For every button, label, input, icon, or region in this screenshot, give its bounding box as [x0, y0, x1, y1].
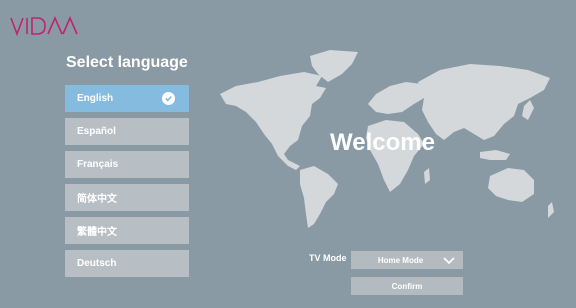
tv-mode-dropdown[interactable]: Home Mode: [351, 251, 463, 269]
tv-mode-value: Home Mode: [377, 255, 424, 265]
language-option-english[interactable]: English: [65, 85, 189, 112]
welcome-heading: Welcome: [330, 129, 435, 156]
tv-mode-label: TV Mode: [309, 253, 347, 263]
language-option-deutsch[interactable]: Deutsch: [65, 250, 189, 277]
language-option-simplified-chinese[interactable]: 简体中文: [65, 184, 189, 211]
language-label: 繁體中文: [77, 227, 117, 238]
language-label: Français: [77, 159, 119, 170]
check-icon: [162, 92, 175, 105]
confirm-button[interactable]: Confirm: [351, 277, 463, 295]
language-label: Deutsch: [77, 258, 117, 269]
language-label: English: [77, 93, 114, 104]
language-label: 简体中文: [77, 194, 117, 205]
language-option-traditional-chinese[interactable]: 繁體中文: [65, 217, 189, 244]
chevron-down-icon: [442, 255, 456, 265]
vidaa-logo: [10, 15, 82, 37]
language-option-espanol[interactable]: Español: [65, 118, 189, 145]
language-option-francais[interactable]: Français: [65, 151, 189, 178]
page-title: Select language: [66, 54, 188, 71]
language-label: Español: [77, 126, 116, 137]
language-list: English Español Français 简体中文 繁體中文 Deuts…: [65, 85, 189, 283]
